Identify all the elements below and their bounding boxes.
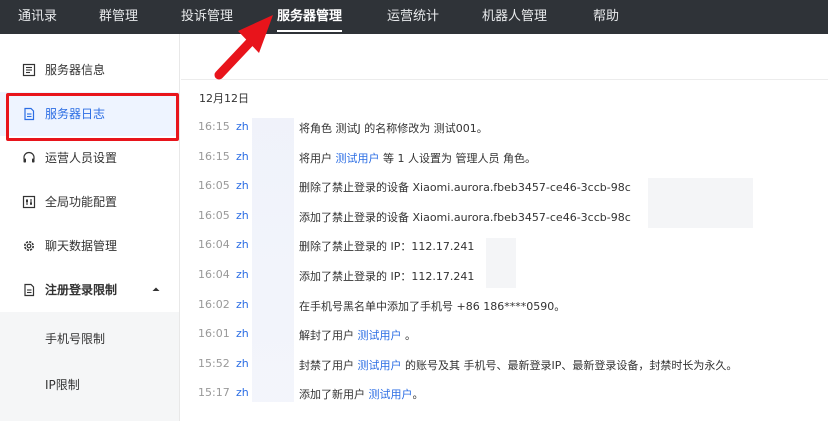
sidebar-item-label: 服务器信息	[45, 63, 106, 77]
log-row: 16:15 zh 将用户 测试用户 等 1 人设置为 管理人员 角色。	[0, 150, 828, 180]
log-message: 添加了禁止登录的 IP：112.17.241	[299, 270, 475, 283]
nav-item-help[interactable]: 帮助	[593, 0, 619, 34]
log-message: 删除了禁止登录的 IP：112.17.241	[299, 240, 475, 254]
nav-item-group-management[interactable]: 群管理	[99, 0, 138, 34]
log-row: 16:05 zh 删除了禁止登录的设备 Xiaomi.aurora.fbeb3457…	[0, 179, 828, 209]
log-message-text: 等 1 人设置为 管理人员 角色。	[379, 151, 536, 165]
nav-item-complaint-management[interactable]: 投诉管理	[181, 0, 233, 34]
active-tab-underline	[277, 30, 343, 32]
log-time: 16:15	[198, 149, 230, 163]
log-message: 将用户 测试用户 等 1 人设置为 管理人员 角色。	[299, 150, 536, 166]
nav-item-contacts[interactable]: 通讯录	[18, 0, 57, 34]
log-message-text: 的账号及其 手机号、最新登录IP、最新登录设备，封禁时长为永久。	[401, 358, 738, 372]
nav-item-label: 运营统计	[387, 9, 440, 24]
nav-item-label: 服务器管理	[277, 9, 343, 24]
nav-item-label: 投诉管理	[181, 9, 234, 24]
log-user-link[interactable]: zh	[236, 386, 249, 399]
log-message: 将角色 测试J 的名称修改为 测试001。	[299, 122, 488, 135]
log-user-link[interactable]: zh	[236, 238, 249, 251]
log-message: 添加了新用户 测试用户。	[299, 386, 424, 402]
sidebar-item-server-info[interactable]: 服务器信息	[0, 48, 179, 92]
log-row: 16:02 zh 在手机号黑名单中添加了手机号 +86 186****0590。	[0, 298, 828, 328]
user-link[interactable]: 测试用户	[358, 359, 402, 372]
log-user-link[interactable]: zh	[236, 268, 249, 281]
log-row: 16:04 zh 添加了禁止登录的 IP：112.17.241	[0, 268, 828, 298]
log-time: 16:05	[198, 208, 230, 222]
log-message-text: 封禁了用户	[299, 358, 358, 372]
nav-item-robot-management[interactable]: 机器人管理	[482, 0, 547, 34]
log-time: 16:05	[198, 179, 230, 193]
log-message: 在手机号黑名单中添加了手机号 +86 186****0590。	[299, 299, 566, 313]
log-user-link[interactable]: zh	[236, 327, 249, 340]
nav-item-label: 群管理	[99, 9, 139, 24]
user-link[interactable]: 测试用户	[336, 152, 380, 165]
log-time: 16:04	[198, 238, 230, 252]
log-row: 16:01 zh 解封了用户 测试用户 。	[0, 327, 828, 357]
log-row: 16:15 zh 将角色 测试J 的名称修改为 测试001。	[0, 120, 828, 150]
log-message: 添加了禁止登录的设备 Xiaomi.aurora.fbeb3457-ce46-3…	[299, 210, 631, 224]
nav-item-label: 机器人管理	[482, 9, 548, 24]
log-row: 16:04 zh 删除了禁止登录的 IP：112.17.241	[0, 238, 828, 268]
document-icon	[24, 107, 35, 121]
log-message: 删除了禁止登录的设备 Xiaomi.aurora.fbeb3457-ce46-3…	[299, 181, 631, 195]
user-link[interactable]: 测试用户	[358, 329, 402, 342]
nav-item-server-management[interactable]: 服务器管理	[277, 0, 343, 34]
log-message-text: 。	[412, 388, 424, 402]
main-toolbar	[181, 34, 828, 80]
log-date-label: 12月12日	[199, 92, 249, 105]
log-user-link[interactable]: zh	[236, 209, 249, 222]
log-message: 解封了用户 测试用户 。	[299, 327, 416, 343]
log-user-link[interactable]: zh	[236, 357, 249, 370]
log-message-text: 添加了新用户	[299, 388, 369, 402]
user-link[interactable]: 测试用户	[369, 388, 413, 401]
log-user-link[interactable]: zh	[236, 179, 249, 192]
log-time: 16:02	[198, 297, 230, 311]
log-user-link[interactable]: zh	[236, 150, 249, 163]
log-time: 16:15	[198, 120, 230, 133]
log-time: 15:52	[198, 356, 230, 370]
log-time: 16:04	[198, 268, 230, 281]
log-time: 15:17	[198, 386, 230, 400]
log-user-link[interactable]: zh	[236, 298, 249, 311]
top-nav-bar: 通讯录 群管理 投诉管理 服务器管理 运营统计 机器人管理 帮助	[0, 0, 828, 34]
nav-item-label: 帮助	[593, 9, 620, 24]
log-row: 15:17 zh 添加了新用户 测试用户。	[0, 386, 828, 416]
log-message-text: 将用户	[299, 151, 336, 165]
nav-item-label: 通讯录	[18, 9, 58, 24]
log-row: 16:05 zh 添加了禁止登录的设备 Xiaomi.aurora.fbeb3457…	[0, 209, 828, 239]
log-message: 封禁了用户 测试用户 的账号及其 手机号、最新登录IP、最新登录设备，封禁时长为…	[299, 357, 737, 373]
log-user-link[interactable]: zh	[236, 120, 249, 133]
nav-item-operation-stats[interactable]: 运营统计	[387, 0, 439, 34]
server-info-icon	[22, 63, 36, 77]
log-row: 15:52 zh 封禁了用户 测试用户 的账号及其 手机号、最新登录IP、最新登录设…	[0, 357, 828, 387]
log-message-text: 解封了用户	[299, 329, 358, 343]
log-time: 16:01	[198, 327, 230, 341]
log-message-text: 。	[401, 329, 416, 343]
